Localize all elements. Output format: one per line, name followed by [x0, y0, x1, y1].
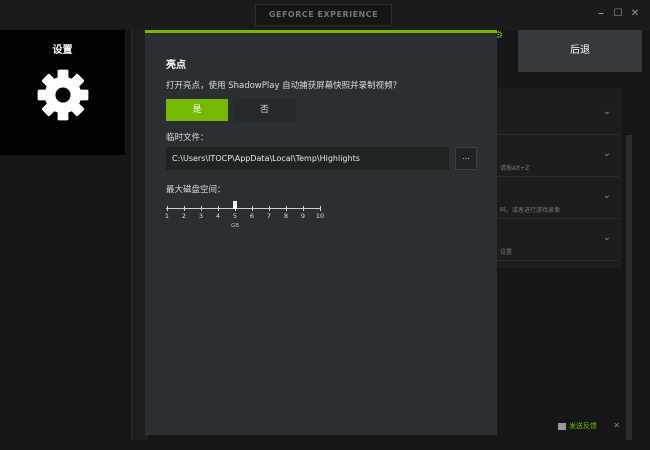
slider-tick-label: 3 [198, 212, 204, 220]
max-disk-label: 最大磁盘空间： [166, 185, 226, 195]
chevron-down-icon: ⌄ [602, 232, 611, 243]
settings-tile: 设置 [0, 30, 125, 155]
settings-title: 设置 [52, 45, 73, 56]
temp-path-field[interactable] [166, 147, 449, 170]
back-button[interactable]: 后退 [518, 30, 642, 72]
close-icon[interactable]: ✕ [613, 418, 620, 434]
slider-tick-label: 10 [315, 212, 325, 220]
slider-tick [320, 206, 321, 211]
title-bar: GEFORCE EXPERIENCE ⎯ ☐ ✕ [0, 0, 650, 30]
slider-tick [218, 206, 219, 211]
slider-unit-label: GB [230, 223, 240, 229]
slider-tick-label: 8 [283, 212, 289, 220]
feedback-button[interactable]: 发送反馈 ✕ [556, 418, 620, 434]
minimize-icon[interactable]: ⎯ [594, 7, 608, 21]
slider-tick [303, 206, 304, 211]
chevron-down-icon: ⌄ [602, 190, 611, 201]
slider-tick-label: 2 [181, 212, 187, 220]
slider-tick-label: 4 [215, 212, 221, 220]
list-item[interactable]: ⌄ 吗，或者进行游戏录像 [497, 178, 619, 219]
highlights-dialog: 亮点 打开亮点，使用 ShadowPlay 自动捕获屏幕快照并录制视频？ 是 否… [145, 30, 497, 435]
temp-files-label: 临时文件： [166, 133, 209, 143]
dialog-question: 打开亮点，使用 ShadowPlay 自动捕获屏幕快照并录制视频？ [166, 81, 402, 91]
dialog-title: 亮点 [166, 60, 186, 71]
yes-button[interactable]: 是 [166, 99, 228, 121]
chat-icon [558, 422, 566, 430]
gear-icon [37, 69, 89, 121]
scrollbar[interactable] [626, 135, 632, 440]
list-item[interactable]: ⌄ 请按Alt+Z [497, 136, 619, 177]
app-title: GEFORCE EXPERIENCE [255, 4, 392, 26]
no-button[interactable]: 否 [233, 99, 296, 121]
slider-tick [252, 206, 253, 211]
slider-track[interactable] [166, 208, 321, 209]
disk-space-slider[interactable]: 1 2 3 4 5 6 7 8 9 10 GB [164, 201, 325, 233]
slider-tick-label: 9 [300, 212, 306, 220]
slider-thumb[interactable] [233, 201, 237, 209]
slider-tick-label: 6 [249, 212, 255, 220]
close-icon[interactable]: ✕ [628, 7, 642, 21]
chevron-down-icon: ⌄ [602, 148, 611, 159]
slider-tick [286, 206, 287, 211]
slider-tick [184, 206, 185, 211]
maximize-icon[interactable]: ☐ [611, 7, 625, 21]
slider-tick-label: 1 [164, 212, 170, 220]
slider-tick-label: 5 [232, 212, 238, 220]
slider-tick-label: 7 [266, 212, 272, 220]
slider-tick [269, 206, 270, 211]
browse-button[interactable]: ... [455, 147, 477, 170]
list-item[interactable]: ⌄ [497, 94, 619, 135]
slider-tick [201, 206, 202, 211]
slider-tick [167, 206, 168, 211]
list-item[interactable]: ⌄ 设置 [497, 220, 619, 261]
chevron-down-icon: ⌄ [602, 106, 611, 117]
